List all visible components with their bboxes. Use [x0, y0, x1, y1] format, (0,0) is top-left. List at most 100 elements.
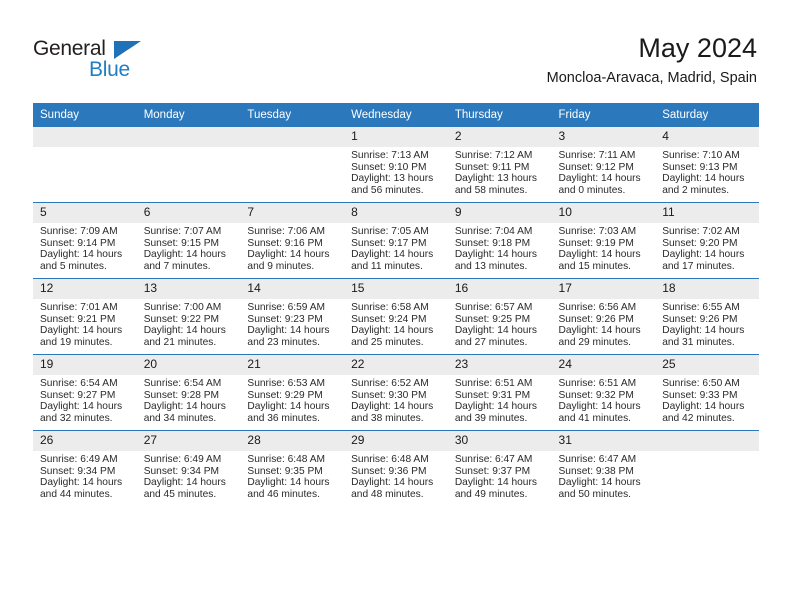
calendar-cell-inner: 3 Sunrise: 7:11 AM Sunset: 9:12 PM Daylight… — [551, 127, 656, 202]
day-detail: Sunrise: 6:47 AM Sunset: 9:38 PM Daylight:… — [552, 451, 656, 500]
sunset-text: Sunset: 9:15 PM — [143, 237, 220, 249]
daylight-text-line1: Daylight: 14 hours — [454, 477, 537, 489]
calendar-day-cell[interactable]: 22 Sunrise: 6:52 AM Sunset: 9:30 PM Dayligh… — [344, 354, 448, 431]
calendar-day-cell[interactable]: 24 Sunrise: 6:51 AM Sunset: 9:32 PM Dayligh… — [551, 354, 656, 431]
title-block: May 2024 Moncloa-Aravaca, Madrid, Spain — [547, 32, 757, 87]
sunrise-text: Sunrise: 6:59 AM — [247, 302, 325, 313]
day-number: 27 — [136, 431, 241, 451]
calendar-day-cell[interactable]: 6 Sunrise: 7:07 AM Sunset: 9:15 PM Daylight… — [136, 202, 241, 279]
day-detail: Sunrise: 6:52 AM Sunset: 9:30 PM Daylight:… — [344, 375, 448, 424]
day-number: 11 — [655, 203, 759, 223]
calendar-day-cell[interactable]: 17 Sunrise: 6:56 AM Sunset: 9:26 PM Dayligh… — [551, 278, 656, 355]
sunrise-text: Sunrise: 6:47 AM — [454, 454, 533, 465]
calendar-day-cell[interactable]: 12 Sunrise: 7:01 AM Sunset: 9:21 PM Dayligh… — [33, 278, 137, 355]
calendar-day-cell[interactable]: 30 Sunrise: 6:47 AM Sunset: 9:37 PM Dayligh… — [447, 430, 552, 506]
sunset-text: Sunset: 9:25 PM — [454, 313, 531, 325]
calendar-day-cell[interactable]: 20 Sunrise: 6:54 AM Sunset: 9:28 PM Dayligh… — [136, 354, 241, 431]
sunrise-text: Sunrise: 6:55 AM — [662, 302, 740, 313]
calendar-day-cell[interactable]: 9 Sunrise: 7:04 AM Sunset: 9:18 PM Daylight… — [447, 202, 552, 279]
calendar-cell-inner: 21 Sunrise: 6:53 AM Sunset: 9:29 PM Dayligh… — [240, 355, 345, 430]
sunset-text: Sunset: 9:28 PM — [143, 389, 220, 401]
calendar-day-cell[interactable]: 5 Sunrise: 7:09 AM Sunset: 9:14 PM Daylight… — [33, 202, 137, 279]
calendar-day-cell[interactable]: 4 Sunrise: 7:10 AM Sunset: 9:13 PM Daylight… — [655, 126, 759, 203]
daylight-text-line2: and 38 minutes. — [351, 412, 424, 424]
calendar-day-cell[interactable]: 25 Sunrise: 6:50 AM Sunset: 9:33 PM Dayligh… — [655, 354, 759, 431]
calendar-day-cell[interactable]: 19 Sunrise: 6:54 AM Sunset: 9:27 PM Dayligh… — [33, 354, 137, 431]
daylight-text-line1: Daylight: 14 hours — [143, 477, 226, 489]
calendar-day-cell[interactable]: 8 Sunrise: 7:05 AM Sunset: 9:17 PM Daylight… — [344, 202, 448, 279]
calendar-day-cell[interactable]: 11 Sunrise: 7:02 AM Sunset: 9:20 PM Dayligh… — [655, 202, 759, 279]
daylight-text-line2: and 9 minutes. — [247, 260, 315, 272]
daylight-text-line1: Daylight: 14 hours — [143, 401, 226, 413]
day-detail: Sunrise: 7:00 AM Sunset: 9:22 PM Daylight:… — [137, 299, 241, 348]
daylight-text-line2: and 27 minutes. — [454, 336, 528, 348]
daylight-text-line1: Daylight: 14 hours — [143, 325, 226, 337]
calendar-day-cell[interactable]: 13 Sunrise: 7:00 AM Sunset: 9:22 PM Dayligh… — [136, 278, 241, 355]
sunset-text: Sunset: 9:10 PM — [351, 161, 427, 173]
sunrise-text: Sunrise: 7:12 AM — [454, 150, 533, 161]
day-number: 26 — [33, 431, 137, 451]
calendar-cell-inner: 14 Sunrise: 6:59 AM Sunset: 9:23 PM Dayligh… — [240, 279, 345, 354]
calendar-cell-inner: 13 Sunrise: 7:00 AM Sunset: 9:22 PM Dayligh… — [136, 279, 241, 354]
sunset-text: Sunset: 9:12 PM — [558, 161, 634, 173]
daylight-text-line2: and 0 minutes. — [558, 184, 626, 196]
calendar-day-cell[interactable]: 10 Sunrise: 7:03 AM Sunset: 9:19 PM Dayligh… — [551, 202, 656, 279]
day-detail: Sunrise: 7:02 AM Sunset: 9:20 PM Daylight:… — [655, 223, 759, 272]
daylight-text-line2: and 25 minutes. — [351, 336, 424, 348]
daylight-text-line2: and 48 minutes. — [351, 488, 424, 500]
calendar-day-cell[interactable]: 18 Sunrise: 6:55 AM Sunset: 9:26 PM Dayligh… — [655, 278, 759, 355]
calendar-day-cell[interactable]: 2 Sunrise: 7:12 AM Sunset: 9:11 PM Daylight… — [447, 126, 552, 203]
calendar-day-cell[interactable]: 1 Sunrise: 7:13 AM Sunset: 9:10 PM Daylight… — [344, 126, 448, 203]
calendar-day-cell[interactable]: 3 Sunrise: 7:11 AM Sunset: 9:12 PM Daylight… — [551, 126, 656, 203]
daylight-text-line1: Daylight: 14 hours — [662, 325, 745, 337]
sunrise-text: Sunrise: 6:51 AM — [454, 378, 533, 389]
calendar-week-row: 5 Sunrise: 7:09 AM Sunset: 9:14 PM Daylight… — [33, 202, 759, 279]
daylight-text-line2: and 23 minutes. — [247, 336, 320, 348]
weekday-header-saturday: Saturday — [655, 103, 759, 127]
day-detail: Sunrise: 7:12 AM Sunset: 9:11 PM Daylight:… — [448, 147, 552, 196]
sunset-text: Sunset: 9:26 PM — [662, 313, 738, 325]
daylight-text-line2: and 49 minutes. — [454, 488, 528, 500]
calendar-day-cell[interactable]: 21 Sunrise: 6:53 AM Sunset: 9:29 PM Dayligh… — [240, 354, 345, 431]
calendar-day-cell[interactable]: 26 Sunrise: 6:49 AM Sunset: 9:34 PM Dayligh… — [33, 430, 137, 506]
sunset-text: Sunset: 9:20 PM — [662, 237, 738, 249]
daylight-text-line2: and 50 minutes. — [558, 488, 632, 500]
day-number: 24 — [551, 355, 656, 375]
calendar-grid: Sunday Monday Tuesday Wednesday Thursday… — [33, 103, 759, 506]
calendar-day-cell[interactable]: 29 Sunrise: 6:48 AM Sunset: 9:36 PM Dayligh… — [344, 430, 448, 506]
weekday-header-friday: Friday — [551, 103, 656, 127]
sunrise-text: Sunrise: 7:07 AM — [143, 226, 222, 237]
calendar-day-cell[interactable]: 16 Sunrise: 6:57 AM Sunset: 9:25 PM Dayligh… — [447, 278, 552, 355]
day-number: 10 — [551, 203, 656, 223]
calendar-cell-inner: 9 Sunrise: 7:04 AM Sunset: 9:18 PM Daylight… — [447, 203, 552, 278]
day-number: 3 — [551, 127, 656, 147]
calendar-day-cell[interactable]: 23 Sunrise: 6:51 AM Sunset: 9:31 PM Dayligh… — [447, 354, 552, 431]
sunset-text: Sunset: 9:31 PM — [454, 389, 531, 401]
day-detail: Sunrise: 6:51 AM Sunset: 9:32 PM Daylight:… — [552, 375, 656, 424]
daylight-text-line2: and 32 minutes. — [40, 412, 113, 424]
sunrise-text: Sunrise: 6:57 AM — [454, 302, 533, 313]
calendar-day-cell[interactable]: 7 Sunrise: 7:06 AM Sunset: 9:16 PM Daylight… — [240, 202, 345, 279]
calendar-cell-inner: 2 Sunrise: 7:12 AM Sunset: 9:11 PM Daylight… — [447, 127, 552, 202]
sunrise-text: Sunrise: 6:58 AM — [351, 302, 429, 313]
calendar-day-cell[interactable]: 15 Sunrise: 6:58 AM Sunset: 9:24 PM Dayligh… — [344, 278, 448, 355]
day-detail — [33, 147, 137, 150]
day-detail: Sunrise: 6:57 AM Sunset: 9:25 PM Daylight:… — [448, 299, 552, 348]
logo-text-blue: Blue — [89, 58, 130, 81]
calendar-day-cell[interactable]: 14 Sunrise: 6:59 AM Sunset: 9:23 PM Dayligh… — [240, 278, 345, 355]
daylight-text-line1: Daylight: 14 hours — [40, 401, 123, 413]
page-subtitle: Moncloa-Aravaca, Madrid, Spain — [546, 70, 757, 86]
calendar-day-cell[interactable]: 28 Sunrise: 6:48 AM Sunset: 9:35 PM Dayligh… — [240, 430, 345, 506]
sunrise-text: Sunrise: 7:04 AM — [454, 226, 533, 237]
daylight-text-line1: Daylight: 14 hours — [558, 173, 641, 185]
calendar-cell-inner: 17 Sunrise: 6:56 AM Sunset: 9:26 PM Dayligh… — [551, 279, 656, 354]
calendar-day-cell[interactable]: 27 Sunrise: 6:49 AM Sunset: 9:34 PM Dayligh… — [136, 430, 241, 506]
calendar-day-cell[interactable]: 31 Sunrise: 6:47 AM Sunset: 9:38 PM Dayligh… — [551, 430, 656, 506]
daylight-text-line1: Daylight: 14 hours — [662, 401, 745, 413]
calendar-cell-inner: 31 Sunrise: 6:47 AM Sunset: 9:38 PM Dayligh… — [551, 431, 656, 506]
sunrise-text: Sunrise: 7:11 AM — [558, 150, 636, 161]
sunset-text: Sunset: 9:11 PM — [454, 161, 530, 173]
day-number — [240, 127, 345, 147]
sunrise-text: Sunrise: 6:54 AM — [143, 378, 222, 389]
day-number: 29 — [344, 431, 448, 451]
